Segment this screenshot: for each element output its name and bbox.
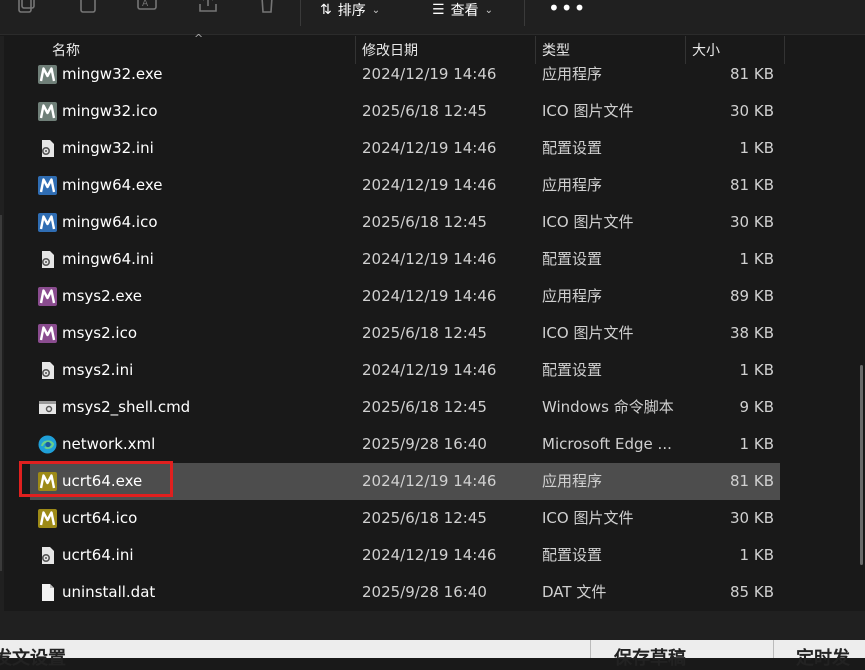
sort-ascending-icon: ^ [194,32,204,45]
file-name: mingw64.ini [62,250,154,268]
file-type: 应用程序 [542,472,603,490]
file-row[interactable]: uninstall.dat 2025/9/28 16:40 DAT 文件 85 KB [30,574,780,611]
file-date: 2024/12/19 14:46 [362,176,497,194]
delete-icon[interactable] [256,0,278,14]
file-date: 2024/12/19 14:46 [362,361,497,379]
share-icon[interactable] [197,0,219,14]
file-date: 2024/12/19 14:46 [362,287,497,305]
file-name: network.xml [62,435,156,453]
scheduled-post-button[interactable]: 定时发 [796,644,850,670]
file-type: 应用程序 [542,287,603,305]
file-date: 2025/6/18 12:45 [362,509,487,527]
file-type: 配置设置 [542,250,603,268]
file-type: 配置设置 [542,361,603,379]
file-date: 2025/9/28 16:40 [362,583,487,601]
file-size: 89 KB [730,287,774,305]
file-name: mingw64.ico [62,213,158,231]
file-type: ICO 图片文件 [542,324,634,342]
file-date: 2024/12/19 14:46 [362,472,497,490]
file-type: Windows 命令脚本 [542,398,674,416]
file-row[interactable]: mingw32.ico 2025/6/18 12:45 ICO 图片文件 30 KB [30,93,780,130]
file-size: 30 KB [730,509,774,527]
file-name: msys2.ico [62,324,138,342]
file-type: DAT 文件 [542,583,607,601]
file-type: 配置设置 [542,546,603,564]
file-size: 81 KB [730,176,774,194]
chevron-down-icon: ⌄ [371,4,381,16]
file-date: 2025/6/18 12:45 [362,398,487,416]
file-name: msys2.ini [62,361,134,379]
svg-text:A: A [142,0,149,9]
file-name: ucrt64.ini [62,546,134,564]
file-date: 2024/12/19 14:46 [362,546,497,564]
sort-icon: ⇅ [320,2,332,18]
file-type: 应用程序 [542,65,603,83]
file-name: mingw32.ini [62,139,154,157]
file-size: 1 KB [739,546,774,564]
file-name: msys2.exe [62,287,143,305]
file-name: mingw64.exe [62,176,163,194]
file-row[interactable]: mingw64.ini 2024/12/19 14:46 配置设置 1 KB [30,241,780,278]
file-date: 2025/6/18 12:45 [362,324,487,342]
file-date: 2024/12/19 14:46 [362,139,497,157]
chevron-down-icon: ⌄ [484,4,493,16]
more-options-button[interactable]: ••• [548,0,586,20]
file-name: ucrt64.ico [62,509,138,527]
file-size: 38 KB [730,324,774,342]
post-settings-label[interactable]: 发文设置 [0,644,66,670]
view-list-icon: ☰ [432,2,445,18]
paste-icon[interactable] [77,0,99,14]
save-draft-button[interactable]: 保存草稿 [614,644,686,670]
file-date: 2025/9/28 16:40 [362,435,487,453]
file-type: 配置设置 [542,139,603,157]
file-size: 1 KB [739,361,774,379]
file-row[interactable]: mingw64.exe 2024/12/19 14:46 应用程序 81 KB [30,167,780,204]
file-row[interactable]: mingw32.ini 2024/12/19 14:46 配置设置 1 KB [30,130,780,167]
file-type: Microsoft Edge ... [542,435,672,453]
file-size: 81 KB [730,65,774,83]
file-type: ICO 图片文件 [542,102,634,120]
file-date: 2024/12/19 14:46 [362,65,497,83]
annotation-highlight-box [19,461,173,497]
background-app-toolbar: 发文设置 保存草稿 定时发 [0,640,865,669]
vertical-scrollbar[interactable] [860,365,863,565]
file-size: 9 KB [739,398,774,416]
file-date: 2025/6/18 12:45 [362,102,487,120]
file-name: msys2_shell.cmd [62,398,191,416]
copy-icon[interactable] [17,0,39,14]
file-name: uninstall.dat [62,583,156,601]
file-size: 30 KB [730,102,774,120]
file-size: 1 KB [739,435,774,453]
file-row[interactable]: msys2.ico 2025/6/18 12:45 ICO 图片文件 38 KB [30,315,780,352]
sort-button[interactable]: ⇅ 排序 ⌄ [320,0,380,20]
file-type: ICO 图片文件 [542,509,634,527]
file-name: mingw32.ico [62,102,158,120]
file-row[interactable]: msys2.exe 2024/12/19 14:46 应用程序 89 KB [30,278,780,315]
file-type: 应用程序 [542,176,603,194]
view-button[interactable]: ☰ 查看 ⌄ [432,0,493,20]
file-row[interactable]: mingw64.ico 2025/6/18 12:45 ICO 图片文件 30 KB [30,204,780,241]
navigation-pane-divider [0,215,2,571]
file-size: 30 KB [730,213,774,231]
file-row[interactable]: ucrt64.ico 2025/6/18 12:45 ICO 图片文件 30 KB [30,500,780,537]
file-date: 2025/6/18 12:45 [362,213,487,231]
file-row[interactable]: msys2.ini 2024/12/19 14:46 配置设置 1 KB [30,352,780,389]
file-date: 2024/12/19 14:46 [362,250,497,268]
file-row[interactable]: network.xml 2025/9/28 16:40 Microsoft Edge… [30,426,780,463]
file-row[interactable]: ucrt64.ini 2024/12/19 14:46 配置设置 1 KB [30,537,780,574]
file-size: 1 KB [739,250,774,268]
file-size: 81 KB [730,472,774,490]
file-row[interactable]: msys2_shell.cmd 2025/6/18 12:45 Windows 命令… [30,389,780,426]
file-row[interactable]: mingw32.exe 2024/12/19 14:46 应用程序 81 KB [30,56,780,93]
rename-icon[interactable]: A [136,0,158,14]
file-size: 1 KB [739,139,774,157]
file-type: ICO 图片文件 [542,213,634,231]
file-name: mingw32.exe [62,65,163,83]
file-size: 85 KB [730,583,774,601]
command-bar: A ⇅ 排序 ⌄ ☰ 查看 ⌄ ••• [0,0,865,35]
